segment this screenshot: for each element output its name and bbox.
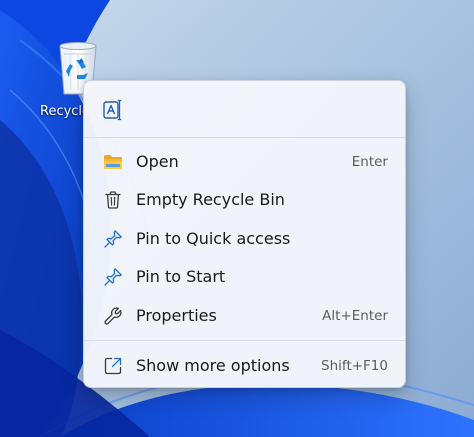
menu-item-label: Pin to Quick access xyxy=(136,229,291,248)
menu-item-shortcut: Alt+Enter xyxy=(322,308,388,324)
menu-item-label: Pin to Start xyxy=(136,267,226,286)
rename-button[interactable] xyxy=(96,93,130,127)
quick-actions-row xyxy=(84,81,405,137)
open-external-icon xyxy=(103,356,123,376)
menu-item-label: Open xyxy=(136,152,179,171)
menu-item-shortcut: Shift+F10 xyxy=(321,358,388,374)
menu-item-empty-recycle-bin[interactable]: Empty Recycle Bin xyxy=(88,182,401,218)
pin-icon xyxy=(103,229,123,249)
menu-item-show-more-options[interactable]: Show more options Shift+F10 xyxy=(88,348,401,384)
menu-item-pin-to-quick-access[interactable]: Pin to Quick access xyxy=(88,221,401,257)
menu-item-label: Empty Recycle Bin xyxy=(136,190,285,209)
rename-icon xyxy=(103,99,122,121)
menu-item-label: Properties xyxy=(136,306,217,325)
menu-item-label: Show more options xyxy=(136,356,290,375)
trash-icon xyxy=(103,190,123,210)
menu-separator xyxy=(84,340,405,341)
pin-icon xyxy=(103,267,123,287)
folder-icon xyxy=(103,152,123,172)
context-menu: Open Enter Empty Recycle Bin Pin to Quic… xyxy=(83,80,406,388)
menu-item-properties[interactable]: Properties Alt+Enter xyxy=(88,298,401,334)
wrench-icon xyxy=(103,306,123,326)
menu-separator xyxy=(84,137,405,138)
menu-item-open[interactable]: Open Enter xyxy=(88,144,401,180)
menu-item-pin-to-start[interactable]: Pin to Start xyxy=(88,259,401,295)
menu-item-shortcut: Enter xyxy=(351,154,388,170)
